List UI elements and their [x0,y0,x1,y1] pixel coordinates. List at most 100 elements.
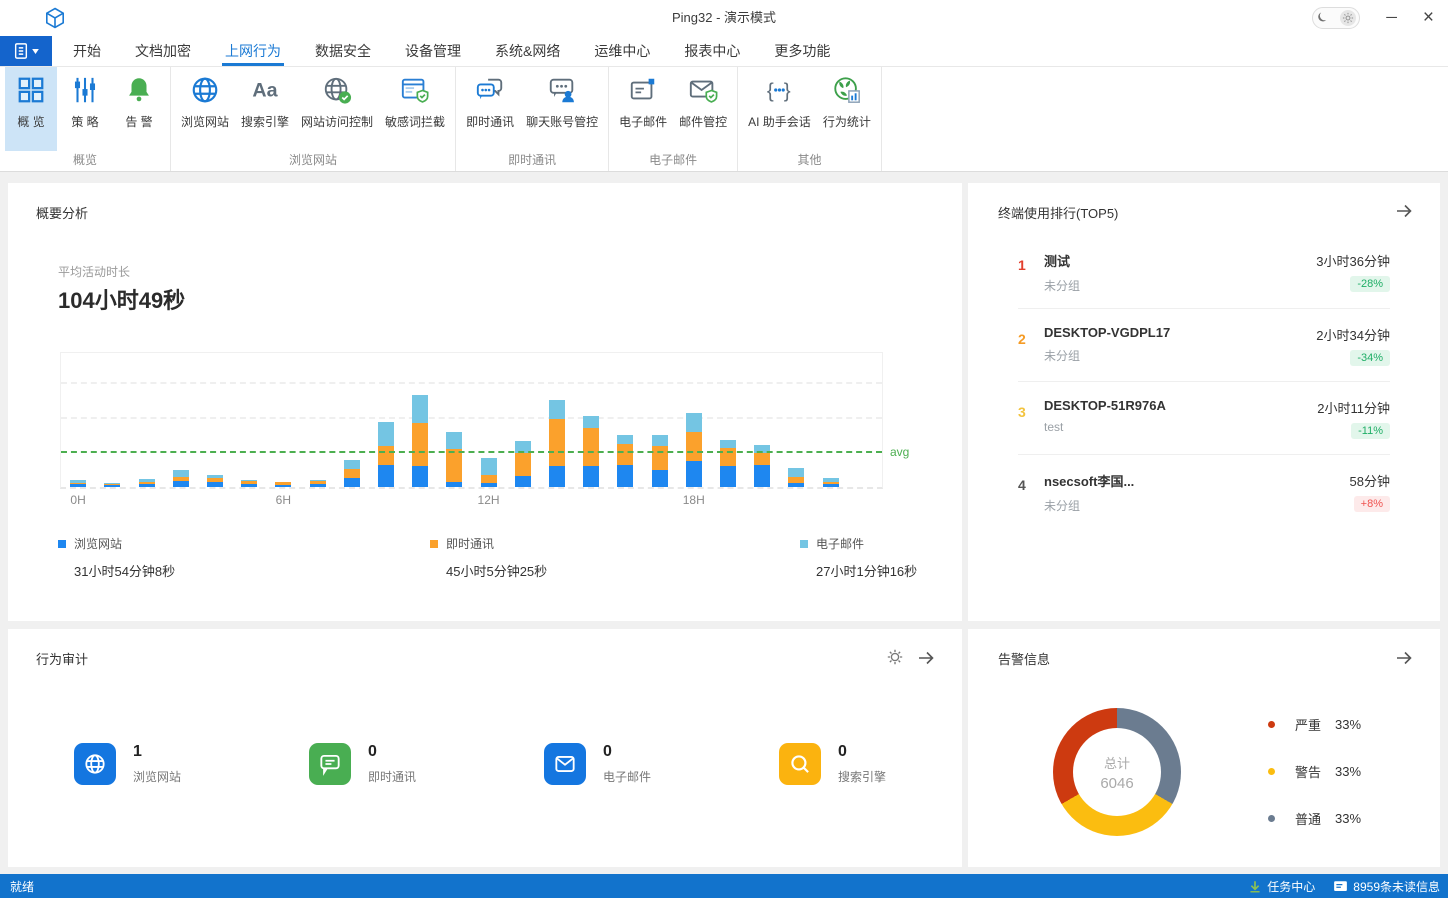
terminal-rank-row[interactable]: 3 DESKTOP-51R976A test 2小时11分钟 -11% [1018,381,1390,454]
email-icon [626,73,660,107]
menu-tab-data-security[interactable]: 数据安全 [315,36,371,66]
bar-hour-4 [198,353,232,487]
terminal-name: 测试 [1044,251,1080,270]
more-arrow-icon[interactable] [1394,648,1414,668]
bar-hour-20 [745,353,779,487]
chat-account-control-button[interactable]: 聊天账号管控 [521,67,603,151]
legend-browse: 浏览网站 31小时54分钟8秒 [58,535,175,580]
mail-control-icon [686,73,720,107]
search-engine-aa-icon: Aa [248,73,282,107]
audit-item-search[interactable]: 0 搜索引擎 [779,743,886,785]
ribbon-group-overview: 概 览 策 略 告 警 [0,67,171,171]
change-badge: -28% [1350,276,1390,292]
bar-hour-11 [437,353,471,487]
site-access-control-button[interactable]: 网站访问控制 [296,67,378,151]
x-axis-tick: 18H [683,493,705,507]
legend-swatch [800,540,808,548]
ai-assistant-button[interactable]: { } AI 助手会话 [743,67,816,151]
unread-messages-link[interactable]: 8959条未读信息 [1333,878,1440,895]
rank-number: 1 [1018,257,1044,273]
app-menu-button[interactable] [0,36,52,66]
mail-control-button[interactable]: 邮件管控 [674,67,732,151]
browse-globe-icon [188,73,222,107]
audit-count: 0 [603,743,651,761]
terminal-name: DESKTOP-VGDPL17 [1044,325,1170,340]
change-badge: -11% [1351,423,1390,439]
menu-tab-system-network[interactable]: 系统&网络 [495,36,560,66]
alarm-donut-center: 总计 6046 [1073,728,1161,816]
change-badge: +8% [1354,496,1390,512]
policy-button[interactable]: 策 略 [59,67,111,151]
settings-gear-icon[interactable] [886,648,904,666]
sun-icon[interactable] [1340,10,1356,26]
avg-line-label: avg [890,445,909,459]
terminal-rank-row[interactable]: 4 nsecsoft李国... 未分组 58分钟 +8% [1018,454,1390,527]
bar-hour-15 [574,353,608,487]
mail-icon [544,743,586,785]
theme-toggle[interactable] [1312,7,1360,29]
terminal-group: 未分组 [1044,497,1134,514]
terminal-group: 未分组 [1044,277,1080,294]
menu-tab-more[interactable]: 更多功能 [774,36,830,66]
alarm-legend-warning: 警告 33% [1268,762,1361,781]
menu-tab-internet-behavior[interactable]: 上网行为 [225,36,281,66]
ribbon-group-label: 电子邮件 [609,151,737,168]
bar-hour-3 [164,353,198,487]
chat-icon [309,743,351,785]
minimize-button[interactable]: ─ [1386,0,1397,36]
close-button[interactable]: × [1423,0,1434,36]
svg-text:}: } [784,80,791,103]
moon-icon[interactable] [1316,11,1330,25]
avg-line: avg [61,451,882,453]
email-button[interactable]: 电子邮件 [614,67,672,151]
menu-tab-start[interactable]: 开始 [73,36,101,66]
statusbar: 就绪 任务中心 8959条未读信息 [0,874,1448,898]
legend-email: 电子邮件 27小时1分钟16秒 [800,535,917,580]
site-access-control-icon [320,73,354,107]
rank-number: 2 [1018,331,1044,347]
overview-button[interactable]: 概 览 [5,67,57,151]
more-arrow-icon[interactable] [916,648,936,668]
audit-count: 1 [133,743,181,761]
status-ready-text: 就绪 [10,878,34,895]
menu-tab-report-center[interactable]: 报表中心 [684,36,740,66]
usage-duration: 58分钟 [1350,471,1390,490]
sensitive-word-block-button[interactable]: 敏感词拦截 [380,67,450,151]
audit-item-browse[interactable]: 1 浏览网站 [74,743,181,785]
legend-dot [1268,768,1275,775]
behavior-audit-panel: 行为审计 1 浏览网站 0 即时通讯 [8,629,962,867]
menu-tab-doc-encrypt[interactable]: 文档加密 [135,36,191,66]
im-button[interactable]: 即时通讯 [461,67,519,151]
bar-hour-1 [95,353,129,487]
audit-item-email[interactable]: 0 电子邮件 [544,743,651,785]
search-engine-button[interactable]: Aa 搜索引擎 [236,67,294,151]
menu-tab-device-mgmt[interactable]: 设备管理 [405,36,461,66]
behavior-stats-button[interactable]: 行为统计 [818,67,876,151]
svg-text:Aa: Aa [252,80,278,102]
menu-tab-ops-center[interactable]: 运维中心 [594,36,650,66]
ribbon-group-other: { } AI 助手会话 行为统计 [738,67,882,171]
im-chat-icon [473,73,507,107]
app-logo-icon [44,7,66,29]
menubar: 开始 文档加密 上网行为 数据安全 设备管理 系统&网络 运维中心 报表中心 更… [0,36,1448,67]
browse-website-button[interactable]: 浏览网站 [176,67,234,151]
behavior-stats-icon [830,73,864,107]
audit-label: 电子邮件 [603,768,651,785]
chart-legend: 浏览网站 31小时54分钟8秒 即时通讯 45小时5分钟25秒 电子邮件 27小… [8,535,962,595]
app-menu-icon [13,42,29,60]
audit-item-im[interactable]: 0 即时通讯 [309,743,416,785]
alarm-legend-critical: 严重 33% [1268,715,1361,734]
audit-count: 0 [368,743,416,761]
titlebar: Ping32 - 演示模式 ─ × [0,0,1448,36]
more-arrow-icon[interactable] [1394,201,1414,221]
terminal-rank-row[interactable]: 1 测试 未分组 3小时36分钟 -28% [1018,235,1390,308]
ribbon-toolbar: 概 览 策 略 告 警 [0,67,1448,172]
alert-button[interactable]: 告 警 [113,67,165,151]
usage-duration: 2小时34分钟 [1316,325,1390,344]
alert-bell-icon [122,73,156,107]
terminal-rank-row[interactable]: 2 DESKTOP-VGDPL17 未分组 2小时34分钟 -34% [1018,308,1390,381]
task-center-link[interactable]: 任务中心 [1248,878,1315,895]
bar-hour-16 [608,353,642,487]
terminal-ranking-panel: 终端使用排行(TOP5) 1 测试 未分组 3小时36分钟 -28% 2 DES… [968,183,1440,621]
bar-hour-23 [848,353,882,487]
